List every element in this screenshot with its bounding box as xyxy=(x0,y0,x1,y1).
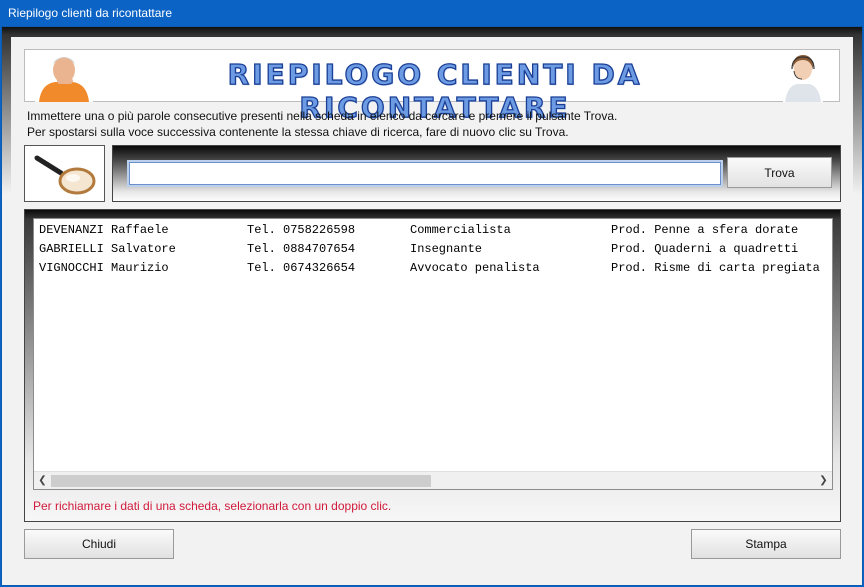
client-product: Prod. Penne a sfera dorate xyxy=(611,223,799,237)
main-window: RIEPILOGO CLIENTI DA RICONTATTARE Immett… xyxy=(1,26,863,586)
client-product: Prod. Risme di carta pregiata xyxy=(611,261,820,275)
window-title: Riepilogo clienti da ricontattare xyxy=(0,0,864,26)
double-click-hint: Per richiamare i dati di una scheda, sel… xyxy=(33,499,392,513)
client-phone: Tel. 0674326654 xyxy=(247,261,356,275)
horizontal-scrollbar[interactable]: ❮ ❯ xyxy=(34,471,832,489)
client-phone: Tel. 0758226598 xyxy=(247,223,356,237)
operator-portrait-icon xyxy=(783,52,823,102)
list-item[interactable]: GABRIELLI Salvatore Tel. 0884707654 Inse… xyxy=(39,240,831,259)
search-input[interactable] xyxy=(127,160,723,187)
list-item[interactable]: DEVENANZI Raffaele Tel. 0758226598 Comme… xyxy=(39,221,831,240)
list-item[interactable]: VIGNOCCHI Maurizio Tel. 0674326654 Avvoc… xyxy=(39,259,831,278)
header-banner: RIEPILOGO CLIENTI DA RICONTATTARE xyxy=(24,49,840,125)
magnifier-icon xyxy=(34,155,96,195)
client-name: GABRIELLI Salvatore xyxy=(39,242,176,256)
search-bar: Trova xyxy=(112,145,841,202)
print-button[interactable]: Stampa xyxy=(691,529,841,559)
window-frame: RIEPILOGO CLIENTI DA RICONTATTARE Immett… xyxy=(2,27,862,585)
list-panel: DEVENANZI Raffaele Tel. 0758226598 Comme… xyxy=(24,209,841,522)
find-button[interactable]: Trova xyxy=(727,157,832,188)
client-product: Prod. Quaderni a quadretti xyxy=(611,242,799,256)
instruction-line-2: Per spostarsi sulla voce successiva cont… xyxy=(27,125,569,139)
instruction-line-1: Immettere una o più parole consecutive p… xyxy=(27,109,618,123)
client-phone: Tel. 0884707654 xyxy=(247,242,356,256)
content-area: RIEPILOGO CLIENTI DA RICONTATTARE Immett… xyxy=(11,37,853,567)
client-name: DEVENANZI Raffaele xyxy=(39,223,169,237)
client-job: Insegnante xyxy=(410,242,483,256)
client-job: Commercialista xyxy=(410,223,511,237)
list-rows: DEVENANZI Raffaele Tel. 0758226598 Comme… xyxy=(39,221,831,469)
client-job: Avvocato penalista xyxy=(410,261,540,275)
client-name: VIGNOCCHI Maurizio xyxy=(39,261,169,275)
magnifier-box xyxy=(24,145,105,202)
close-button[interactable]: Chiudi xyxy=(24,529,174,559)
scrollbar-thumb[interactable] xyxy=(51,475,431,487)
scroll-left-icon[interactable]: ❮ xyxy=(34,472,51,489)
instructions: Immettere una o più parole consecutive p… xyxy=(27,108,847,140)
client-list[interactable]: DEVENANZI Raffaele Tel. 0758226598 Comme… xyxy=(33,218,833,490)
man-portrait-icon xyxy=(35,52,93,102)
scroll-right-icon[interactable]: ❯ xyxy=(815,472,832,489)
